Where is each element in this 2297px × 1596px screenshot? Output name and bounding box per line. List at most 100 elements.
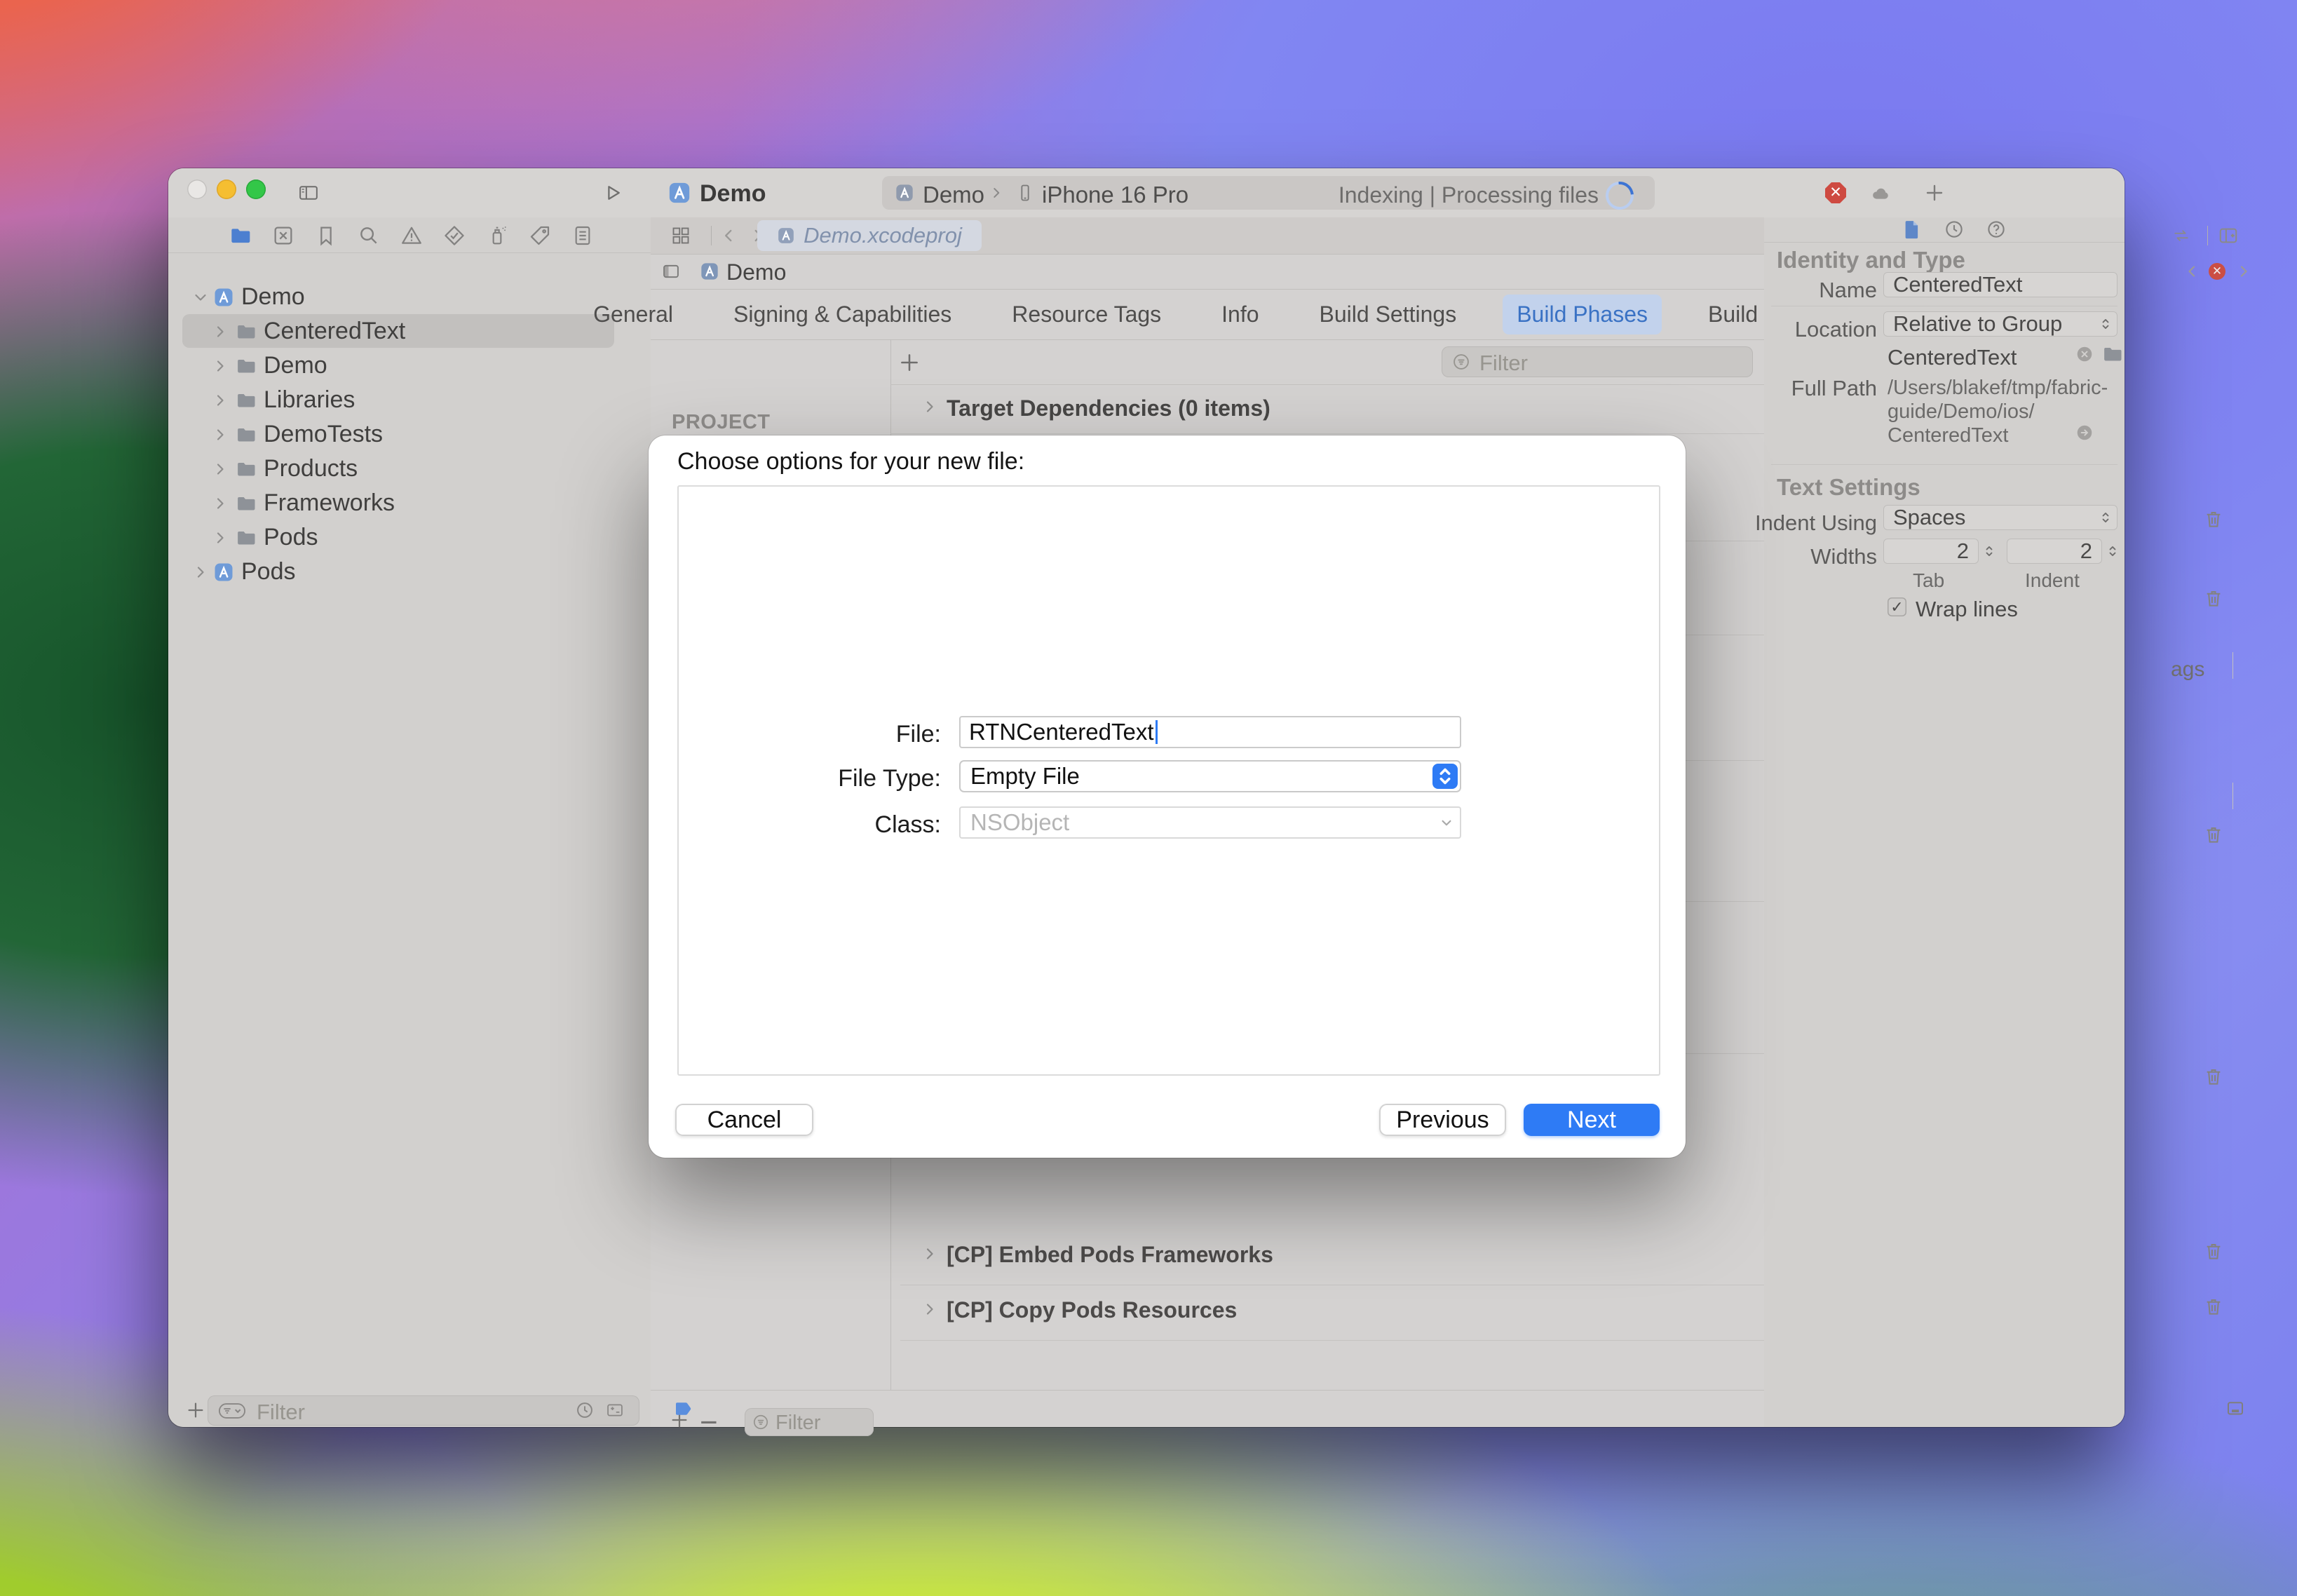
show-changes-icon[interactable] [604, 1400, 625, 1420]
issues-navigator-icon[interactable] [400, 224, 423, 247]
indent-width-field[interactable]: 2 [2007, 539, 2102, 564]
tests-navigator-icon[interactable] [443, 224, 466, 247]
location-dropdown[interactable]: Relative to Group [1883, 311, 2118, 337]
clear-location-icon[interactable] [2075, 345, 2094, 363]
project-navigator-icon[interactable] [229, 224, 252, 247]
sidebar-item-label: Frameworks [264, 489, 395, 517]
embed-pods-disclosure-icon[interactable] [921, 1245, 938, 1262]
tab-general[interactable]: General [579, 295, 687, 334]
sidebar-item-pods[interactable]: Pods [168, 520, 651, 555]
disclosure-right-icon[interactable] [212, 323, 229, 340]
embed-pods-frameworks-row[interactable]: [CP] Embed Pods Frameworks [947, 1242, 1273, 1268]
source-control-navigator-icon[interactable] [272, 224, 294, 247]
disclosure-right-icon[interactable] [212, 426, 229, 443]
reveal-path-arrow-icon[interactable] [2075, 424, 2094, 442]
back-chevron-icon[interactable] [719, 226, 738, 245]
filter-menu-icon[interactable] [216, 1401, 248, 1421]
folder-icon [236, 356, 257, 377]
copy-pods-disclosure-icon[interactable] [921, 1301, 938, 1318]
add-editor-icon[interactable] [2217, 225, 2240, 246]
sidebar-item-frameworks[interactable]: Frameworks [168, 486, 651, 520]
tab-width-stepper[interactable] [1981, 539, 1997, 563]
toolbar-jump-bar[interactable]: Demo iPhone 16 Pro Indexing | Processing… [882, 176, 1655, 210]
next-button[interactable]: Next [1524, 1104, 1660, 1136]
tab-info[interactable]: Info [1207, 295, 1273, 334]
disclosure-right-icon[interactable] [212, 358, 229, 374]
indent-width-stepper[interactable] [2105, 539, 2120, 563]
trash-icon[interactable] [2203, 508, 2224, 529]
location-label: Location [1709, 317, 1877, 342]
sidebar-item-libraries[interactable]: Libraries [168, 383, 651, 417]
reports-navigator-icon[interactable] [571, 224, 594, 247]
trash-icon[interactable] [2203, 1296, 2224, 1317]
disclosure-right-icon[interactable] [212, 392, 229, 409]
jump-target-label[interactable]: Demo [923, 182, 984, 208]
history-inspector-icon[interactable] [1944, 219, 1965, 240]
recents-clock-icon[interactable] [575, 1400, 595, 1420]
choose-folder-icon[interactable] [2102, 344, 2123, 365]
disclosure-right-icon[interactable] [212, 495, 229, 512]
minimize-button[interactable] [217, 180, 236, 199]
swap-editors-icon[interactable] [2171, 226, 2192, 245]
toggle-navigator-icon[interactable] [296, 182, 321, 203]
sidebar-item-demo[interactable]: Demo [168, 349, 651, 383]
sidebar-item-demo[interactable]: Demo [168, 280, 651, 314]
tab-width-field[interactable]: 2 [1883, 539, 1979, 564]
tab-build-settings[interactable]: Build Settings [1306, 295, 1471, 334]
name-field[interactable]: CenteredText [1883, 272, 2118, 297]
file-type-popup[interactable]: Empty File [959, 760, 1461, 792]
run-play-icon[interactable] [602, 182, 624, 203]
sidebar-item-pods[interactable]: Pods [168, 555, 651, 589]
wrap-lines-checkbox[interactable]: ✓ [1888, 597, 1906, 616]
tab-file-icon [777, 226, 795, 245]
target-dependencies-disclosure-icon[interactable] [921, 398, 938, 415]
disclosure-right-icon[interactable] [212, 529, 229, 546]
trash-icon[interactable] [2203, 824, 2224, 845]
breakpoints-toggle-icon[interactable] [672, 1398, 694, 1419]
zoom-button[interactable] [246, 180, 266, 199]
add-build-phase-icon[interactable] [897, 351, 921, 374]
debug-navigator-icon[interactable] [486, 224, 508, 247]
issue-error-badge[interactable]: ✕ [2209, 263, 2225, 280]
find-navigator-icon[interactable] [358, 224, 380, 247]
trash-icon[interactable] [2203, 588, 2224, 609]
indent-using-dropdown[interactable]: Spaces [1883, 505, 2118, 530]
sidebar-item-centeredtext[interactable]: CenteredText [168, 314, 651, 349]
class-chevron-icon [1437, 813, 1456, 832]
sidebar-item-demotests[interactable]: DemoTests [168, 417, 651, 452]
file-name-input[interactable]: RTNCenteredText [959, 716, 1461, 748]
copy-pods-resources-row[interactable]: [CP] Copy Pods Resources [947, 1297, 1237, 1323]
error-count-badge[interactable]: ✕ [1825, 182, 1846, 203]
previous-button[interactable]: Previous [1379, 1104, 1506, 1136]
next-issue-chevron-icon[interactable] [2235, 263, 2252, 280]
bookmarks-navigator-icon[interactable] [315, 224, 337, 247]
related-items-icon[interactable] [660, 262, 682, 281]
trash-icon[interactable] [2203, 1240, 2224, 1262]
tab-build-phases[interactable]: Build Phases [1503, 295, 1662, 334]
help-inspector-icon[interactable] [1986, 219, 2007, 240]
file-inspector-icon[interactable] [1902, 219, 1923, 240]
file-type-stepper-icon[interactable] [1432, 764, 1458, 789]
device-display-icon[interactable] [2224, 1398, 2247, 1419]
trash-icon[interactable] [2203, 1066, 2224, 1087]
sidebar-item-products[interactable]: Products [168, 452, 651, 486]
disclosure-right-icon[interactable] [192, 564, 209, 581]
add-item-plus-icon[interactable] [185, 1400, 206, 1421]
tab-signing-capabilities[interactable]: Signing & Capabilities [719, 295, 965, 334]
add-tab-plus-icon[interactable] [1923, 182, 1946, 204]
breadcrumb[interactable]: Demo [726, 259, 786, 285]
disclosure-down-icon[interactable] [192, 289, 209, 306]
editor-tab-demo-xcodeproj[interactable]: Demo.xcodeproj [757, 220, 982, 251]
prev-issue-chevron-icon[interactable] [2183, 263, 2200, 280]
overview-grid-icon[interactable] [670, 226, 691, 245]
build-phases-filter-field[interactable]: Filter [1442, 346, 1753, 377]
disclosure-right-icon[interactable] [212, 461, 229, 478]
cancel-button[interactable]: Cancel [675, 1104, 813, 1136]
close-button[interactable] [187, 180, 207, 199]
jump-device-label[interactable]: iPhone 16 Pro [1042, 182, 1188, 208]
project-tree: DemoCenteredTextDemoLibrariesDemoTestsPr… [168, 280, 651, 589]
tab-resource-tags[interactable]: Resource Tags [998, 295, 1175, 334]
navigator-filter-field[interactable]: Filter [208, 1395, 639, 1426]
target-dependencies-row[interactable]: Target Dependencies (0 items) [947, 395, 1271, 421]
breakpoints-navigator-icon[interactable] [529, 224, 551, 247]
